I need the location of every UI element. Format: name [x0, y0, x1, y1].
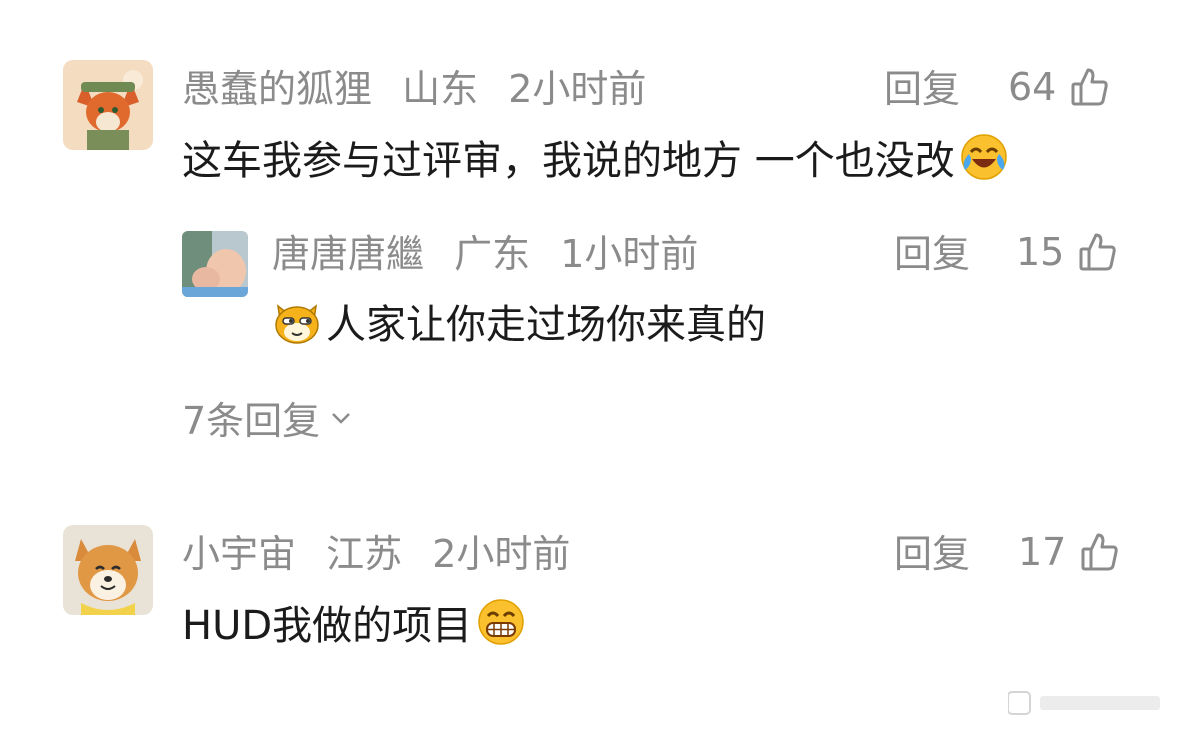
- thumbs-up-icon: [1079, 233, 1117, 271]
- more-replies-label: 7条回复: [182, 399, 321, 443]
- comment-text-row: HUD我做的项目: [182, 597, 526, 654]
- reply-text: 人家让你走过场你来真的: [326, 302, 766, 348]
- reply-like-count: 15: [1016, 230, 1065, 274]
- grinning-emoji-icon: [476, 597, 526, 654]
- reply-button[interactable]: 回复: [884, 70, 960, 108]
- like-count: 17: [1018, 530, 1067, 574]
- laughing-crying-emoji-icon: [959, 132, 1009, 189]
- comment-text: 这车我参与过评审，我说的地方 一个也没改: [182, 138, 955, 184]
- comment-meta: 小宇宙 江苏 2小时前: [182, 535, 570, 573]
- more-replies-button[interactable]: 7条回复: [182, 390, 352, 445]
- avatar-shiba[interactable]: [63, 525, 153, 615]
- avatar-reply[interactable]: [182, 231, 248, 297]
- chevron-down-icon: [332, 412, 351, 424]
- comment-meta: 愚蠢的狐狸 山东 2小时前: [182, 70, 646, 108]
- reply-like-button[interactable]: 15: [1016, 231, 1118, 273]
- timestamp: 2小时前: [432, 532, 571, 576]
- reply-reply-button[interactable]: 回复: [894, 235, 970, 273]
- smug-cat-emoji-icon: [272, 296, 322, 353]
- timestamp: 2小时前: [508, 67, 647, 111]
- watermark-logo: [1007, 690, 1168, 718]
- like-button[interactable]: 64: [1008, 66, 1110, 108]
- thumbs-up-icon: [1081, 533, 1119, 571]
- location: 山东: [402, 67, 479, 111]
- reply-timestamp: 1小时前: [560, 232, 699, 276]
- reply-button[interactable]: 回复: [894, 535, 970, 573]
- reply-location: 广东: [454, 232, 531, 276]
- username[interactable]: 小宇宙: [182, 532, 296, 576]
- like-count: 64: [1008, 65, 1057, 109]
- thumbs-up-icon: [1071, 68, 1109, 106]
- like-button[interactable]: 17: [1018, 531, 1120, 573]
- username[interactable]: 愚蠢的狐狸: [182, 67, 372, 111]
- location: 江苏: [326, 532, 403, 576]
- reply-username[interactable]: 唐唐唐繼: [272, 232, 424, 276]
- comment-text: HUD我做的项目: [182, 603, 473, 649]
- avatar-fox[interactable]: [63, 60, 153, 150]
- comment-text-row: 这车我参与过评审，我说的地方 一个也没改: [182, 132, 1009, 189]
- reply-meta: 唐唐唐繼 广东 1小时前: [272, 235, 698, 273]
- reply-text-row: 人家让你走过场你来真的: [272, 296, 766, 353]
